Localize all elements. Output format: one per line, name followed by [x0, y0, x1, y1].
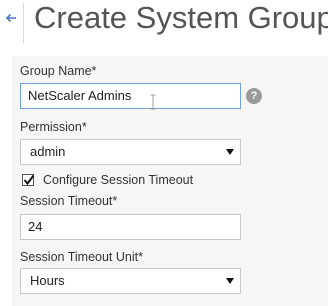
create-system-group-page: Create System Group Group Name* NetScale… [0, 0, 328, 306]
checkbox-checked-icon[interactable] [22, 174, 35, 186]
configure-session-timeout-checkbox[interactable]: Configure Session Timeout [22, 172, 193, 188]
back-button[interactable] [0, 8, 22, 30]
arrow-left-icon [5, 10, 17, 28]
text-cursor-icon [150, 94, 156, 110]
page-header: Create System Group [0, 0, 328, 46]
session-timeout-unit-selected-value: Hours [30, 273, 65, 288]
session-timeout-label: Session Timeout* [20, 194, 118, 208]
group-name-label: Group Name* [20, 64, 97, 78]
page-title: Create System Group [34, 0, 328, 35]
group-name-input[interactable]: NetScaler Admins [20, 83, 241, 109]
session-timeout-unit-label: Session Timeout Unit* [20, 250, 143, 264]
permission-label: Permission* [20, 120, 87, 134]
configure-session-timeout-label: Configure Session Timeout [43, 173, 194, 187]
question-icon[interactable]: ? [246, 88, 262, 104]
chevron-down-icon [226, 278, 234, 284]
permission-select[interactable]: admin [20, 139, 241, 165]
session-timeout-unit-select[interactable]: Hours [20, 268, 241, 294]
session-timeout-input[interactable]: 24 [20, 214, 241, 240]
permission-selected-value: admin [30, 144, 66, 159]
header-divider [23, 3, 24, 43]
chevron-down-icon [226, 149, 234, 155]
